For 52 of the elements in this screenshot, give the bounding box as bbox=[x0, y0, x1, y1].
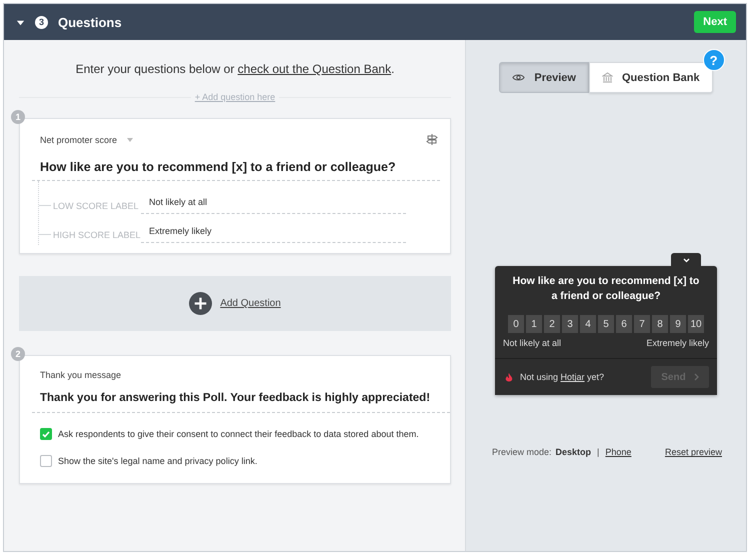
score-button[interactable]: 1 bbox=[526, 315, 542, 334]
preview-mode-option[interactable]: Phone bbox=[605, 447, 632, 458]
add-question-link[interactable]: Add Question bbox=[220, 298, 281, 309]
intro-text: Enter your questions below or check out the Question Bank. bbox=[74, 62, 396, 76]
score-button[interactable]: 4 bbox=[580, 315, 596, 334]
question-number: 1 bbox=[11, 110, 25, 124]
score-label-field[interactable]: Extremely likely bbox=[141, 226, 406, 243]
section-title: Questions bbox=[58, 14, 123, 30]
score-button[interactable]: 8 bbox=[652, 315, 668, 334]
score-button[interactable]: 7 bbox=[634, 315, 650, 334]
widget-question: How like are you to recommend [x] to a friend or colleague? bbox=[512, 274, 700, 304]
score-label-caption: HIGH SCORE LABEL bbox=[53, 230, 141, 242]
flame-icon bbox=[505, 372, 513, 382]
score-button[interactable]: 5 bbox=[598, 315, 614, 334]
low-score-text: Not likely at all bbox=[503, 338, 562, 348]
caret-icon bbox=[127, 138, 134, 142]
preview-tab[interactable]: Question Bank bbox=[588, 62, 713, 93]
bank-icon bbox=[602, 72, 613, 83]
score-button[interactable]: 6 bbox=[616, 315, 632, 334]
preview-mode-option[interactable]: Desktop bbox=[556, 447, 592, 458]
promo-text: Not using Hotjar yet? bbox=[520, 372, 606, 382]
eye-icon bbox=[512, 73, 526, 82]
score-button[interactable]: 10 bbox=[688, 315, 704, 334]
score-button[interactable]: 0 bbox=[508, 315, 524, 334]
collapse-tab[interactable] bbox=[671, 253, 701, 267]
score-button[interactable]: 3 bbox=[562, 315, 578, 334]
option-label: Ask respondents to give their consent to connect their feedback to data stored about them. bbox=[58, 429, 419, 439]
separator-text: | bbox=[597, 447, 600, 458]
question-text[interactable]: How like are you to recommend [x] to a friend or colleague? bbox=[32, 160, 440, 181]
chevron-down-icon bbox=[682, 258, 690, 262]
hotjar-link[interactable]: Hotjar bbox=[560, 372, 585, 382]
option-label: Show the site's legal name and privacy policy link. bbox=[58, 456, 258, 466]
question-type-dropdown[interactable]: Net promoter score bbox=[40, 134, 134, 144]
score-button[interactable]: 9 bbox=[670, 315, 686, 334]
score-label-caption: LOW SCORE LABEL bbox=[53, 201, 140, 213]
thank-you-heading: Thank you message bbox=[40, 370, 122, 380]
plus-icon[interactable] bbox=[189, 292, 212, 315]
checkbox[interactable] bbox=[40, 428, 52, 440]
checkbox[interactable] bbox=[40, 455, 52, 467]
preview-tab[interactable]: Preview bbox=[499, 62, 589, 93]
question-number: 2 bbox=[11, 347, 25, 361]
step-number: 3 bbox=[35, 16, 48, 28]
preview-mode-label: Preview mode: bbox=[492, 447, 552, 458]
score-button[interactable]: 2 bbox=[544, 315, 560, 334]
expand-icon[interactable] bbox=[16, 18, 25, 26]
reset-preview-link[interactable]: Reset preview bbox=[664, 447, 722, 458]
high-score-text: Extremely likely bbox=[646, 338, 709, 348]
thank-you-text[interactable]: Thank you for answering this Poll. Your feedback is highly appreciated! bbox=[32, 392, 450, 413]
signpost-icon[interactable] bbox=[426, 133, 438, 146]
score-label-field[interactable]: Not likely at all bbox=[141, 197, 406, 214]
chevron-right-icon bbox=[694, 373, 699, 382]
question-bank-link[interactable]: check out the Question Bank bbox=[238, 62, 392, 76]
